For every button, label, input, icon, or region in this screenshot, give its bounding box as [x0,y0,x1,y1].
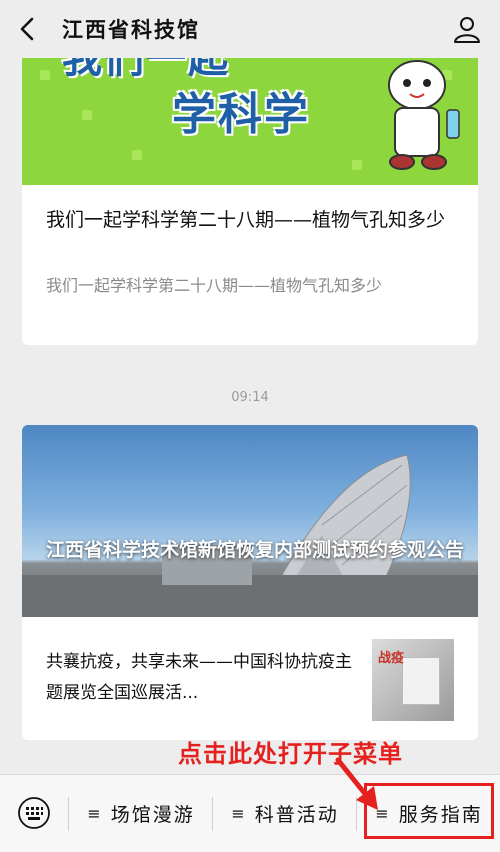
article-card-1[interactable]: 我们一起 学科学 我们一起学科学第二十八期——植物气孔知多少 我们一起学科学第二… [22,40,478,345]
annotation-highlight-box [364,783,494,839]
menu-label: 科普活动 [254,804,339,826]
menu-icon: ≡ [87,804,103,823]
article-banner-2[interactable]: 江西省科学技术馆新馆恢复内部测试预约参观公告 [22,425,478,617]
thumbnail-label: 战疫 [378,651,405,666]
banner-text: 学科学 [172,89,310,140]
message-timestamp: 09:14 [231,390,269,405]
person-icon[interactable] [452,14,482,44]
keyboard-icon[interactable] [18,797,50,829]
back-arrow-icon[interactable] [14,14,42,44]
article-title-3[interactable]: 共襄抗疫，共享未来——中国科协抗疫主题展览全国巡展活... [46,647,366,709]
article-title-1[interactable]: 我们一起学科学第二十八期——植物气孔知多少 [46,205,458,235]
article-summary-1: 我们一起学科学第二十八期——植物气孔知多少 [46,276,383,295]
article-card-2[interactable]: 江西省科学技术馆新馆恢复内部测试预约参观公告 共襄抗疫，共享未来——中国科协抗疫… [22,425,478,740]
article-thumbnail-3[interactable]: 战疫 [372,639,454,721]
menu-label: 场馆漫游 [110,804,195,826]
top-nav-bar: 江西省科技馆 [0,0,500,58]
page-title: 江西省科技馆 [62,18,200,42]
article-banner-1: 我们一起 学科学 [22,40,478,185]
menu-icon: ≡ [231,804,247,823]
menu-item-venue-tour[interactable]: ≡ 场馆漫游 [70,775,212,852]
museum-building-image [22,454,478,617]
article-banner-title-2[interactable]: 江西省科学技术馆新馆恢复内部测试预约参观公告 [46,535,466,565]
mascot-image [388,60,460,170]
